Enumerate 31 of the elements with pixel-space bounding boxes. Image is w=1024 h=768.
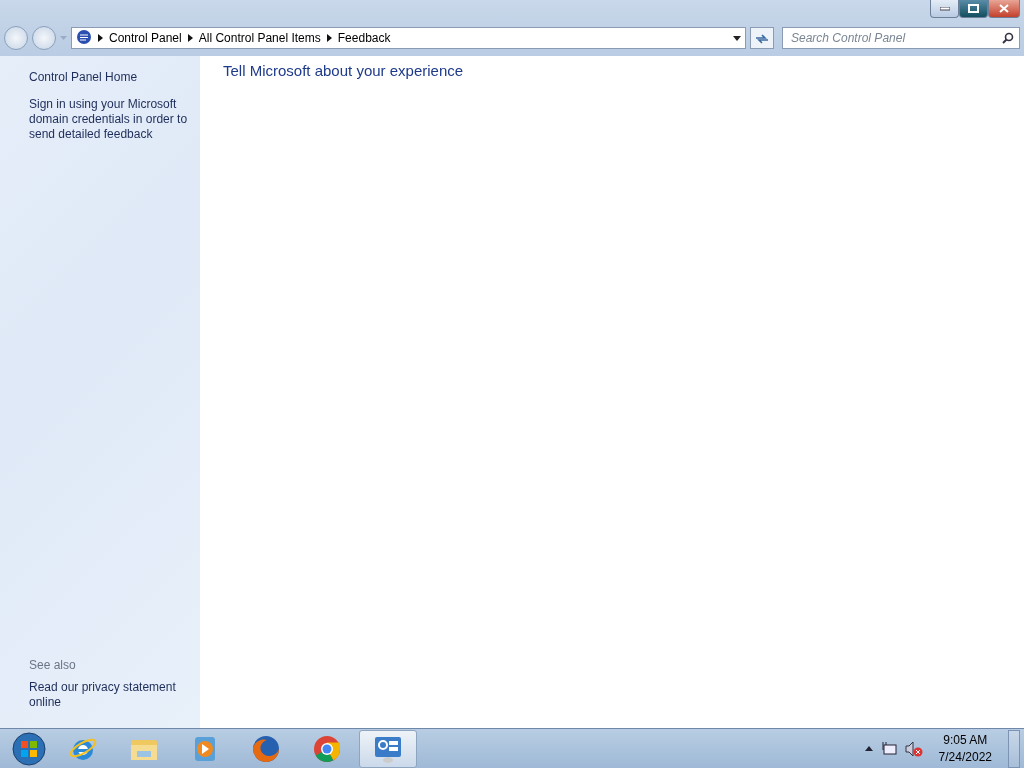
- clock[interactable]: 9:05 AM 7/24/2022: [938, 731, 992, 766]
- sidebar-link[interactable]: Sign in using your Microsoft domain credentials in order to send detailed feedback: [29, 97, 190, 142]
- breadcrumb-item[interactable]: Control Panel: [109, 29, 182, 47]
- address-bar[interactable]: Control Panel All Control Panel Items Feedback: [71, 27, 746, 49]
- chevron-icon[interactable]: [326, 34, 332, 42]
- show-hidden-icons-icon[interactable]: [864, 746, 873, 751]
- chevron-icon[interactable]: [98, 34, 103, 42]
- sidebar-link[interactable]: Read our privacy statement online: [29, 680, 190, 710]
- dropdown-icon[interactable]: [733, 35, 741, 41]
- forward-button[interactable]: [32, 26, 56, 50]
- minimize-icon: [939, 6, 950, 11]
- taskbar-button[interactable]: [359, 729, 417, 768]
- close-icon: [999, 4, 1009, 13]
- breadcrumb-item[interactable]: Feedback: [337, 29, 391, 47]
- sidebar-link[interactable]: Control Panel Home: [29, 70, 190, 85]
- muted-speaker-icon[interactable]: [904, 740, 923, 757]
- breadcrumb-item[interactable]: All Control Panel Items: [198, 29, 321, 47]
- chevron-icon[interactable]: [187, 34, 193, 42]
- maximize-icon: [968, 4, 979, 13]
- page-heading: Tell Microsoft about your experience: [223, 61, 465, 81]
- close-button[interactable]: [988, 0, 1020, 18]
- search-field[interactable]: Search Control Panel: [782, 27, 1020, 49]
- refresh-icon: [755, 32, 769, 45]
- speech-bubble-icon: [76, 30, 92, 46]
- refresh-button[interactable]: [750, 27, 774, 49]
- section-label: See also: [29, 657, 77, 674]
- back-button[interactable]: [4, 26, 28, 50]
- search-icon: [1002, 32, 1014, 44]
- windows-logo-icon: [12, 731, 46, 766]
- network-icon[interactable]: [880, 740, 897, 757]
- maximize-button[interactable]: [959, 0, 988, 18]
